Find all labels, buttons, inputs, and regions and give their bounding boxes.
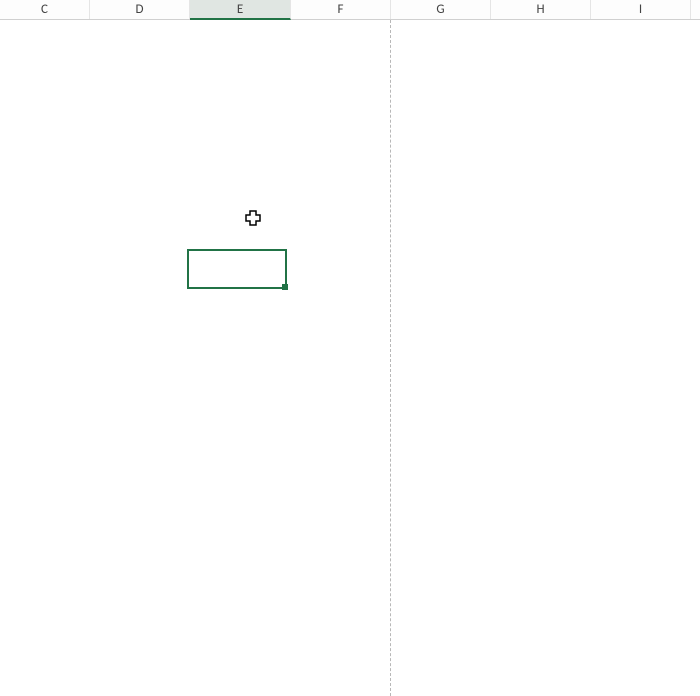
column-header-G[interactable]: G xyxy=(391,0,491,19)
column-header-label: E xyxy=(237,2,243,17)
column-header-E[interactable]: E xyxy=(190,0,291,20)
column-header-label: H xyxy=(536,2,544,17)
column-header-C[interactable]: C xyxy=(0,0,90,19)
column-header-I[interactable]: I xyxy=(591,0,691,19)
spreadsheet-grid[interactable] xyxy=(0,20,700,696)
column-header-F[interactable]: F xyxy=(291,0,391,19)
column-header-D[interactable]: D xyxy=(90,0,190,19)
cell-cursor-icon xyxy=(245,210,261,226)
column-header-label: D xyxy=(136,2,144,17)
column-header-label: G xyxy=(436,2,444,17)
fill-handle[interactable] xyxy=(282,284,288,290)
column-header-label: I xyxy=(639,2,642,17)
column-header-H[interactable]: H xyxy=(491,0,591,19)
column-header-label: F xyxy=(338,2,344,17)
page-break-line xyxy=(390,20,391,696)
column-header-label: C xyxy=(41,2,48,17)
column-header-row: C D E F G H I xyxy=(0,0,700,20)
selected-cell[interactable] xyxy=(187,249,287,289)
